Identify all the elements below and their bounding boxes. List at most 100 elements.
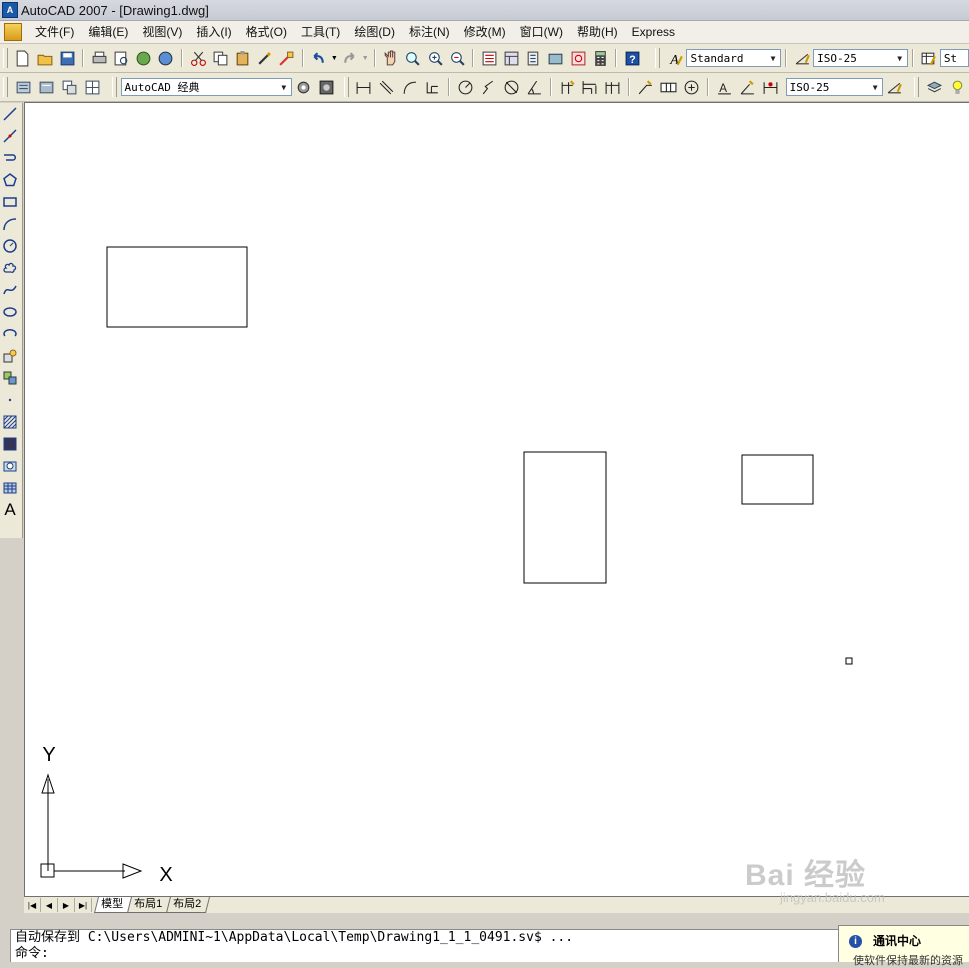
save-icon[interactable] (57, 47, 78, 69)
open-file-icon[interactable] (35, 47, 56, 69)
toolbar-grip[interactable] (111, 77, 117, 97)
tool-palettes-icon[interactable] (523, 47, 544, 69)
jogged-dimension-icon[interactable] (477, 76, 499, 98)
save-workspace-icon[interactable] (315, 76, 337, 98)
zoom-realtime-icon[interactable] (402, 47, 423, 69)
undo-dropdown-icon[interactable]: ▼ (331, 47, 339, 69)
menu-edit[interactable]: 编辑(E) (81, 21, 135, 43)
sheet-set-icon[interactable] (545, 47, 566, 69)
dimension-style-select[interactable]: ISO-25 ▼ (813, 49, 908, 67)
pan-icon[interactable] (380, 47, 401, 69)
rectangle-1[interactable] (106, 246, 248, 328)
rectangle-3[interactable] (741, 454, 814, 505)
aligned-dimension-icon[interactable] (376, 76, 398, 98)
dimension-style-icon[interactable] (791, 47, 812, 69)
dimension-edit-icon[interactable]: A (713, 76, 735, 98)
menu-file[interactable]: 文件(F) (28, 21, 81, 43)
multiline-text-icon[interactable]: A (0, 499, 20, 521)
menu-tools[interactable]: 工具(T) (294, 21, 347, 43)
new-file-icon[interactable] (12, 47, 33, 69)
region-icon[interactable] (0, 455, 20, 477)
menu-draw[interactable]: 绘图(D) (347, 21, 402, 43)
communication-center-balloon[interactable]: i 通讯中心 使软件保持最新的资源 (838, 925, 969, 967)
drawing-canvas[interactable]: Y X (24, 102, 969, 898)
design-center-icon[interactable] (501, 47, 522, 69)
menu-help[interactable]: 帮助(H) (570, 21, 625, 43)
construction-line-icon[interactable] (0, 125, 20, 147)
toolbar-grip[interactable] (343, 77, 349, 97)
rectangle-icon[interactable] (0, 191, 20, 213)
point-icon[interactable] (0, 389, 20, 411)
3d-dwf-icon[interactable] (155, 47, 176, 69)
toolbar-grip[interactable] (3, 48, 8, 68)
toolbar-grip[interactable] (914, 77, 920, 97)
spline-icon[interactable] (0, 279, 20, 301)
polygon-icon[interactable] (0, 169, 20, 191)
ellipse-arc-icon[interactable] (0, 323, 20, 345)
arc-length-icon[interactable] (399, 76, 421, 98)
chevron-down-icon[interactable]: ▼ (893, 50, 907, 66)
chevron-down-icon[interactable]: ▼ (277, 79, 291, 95)
insert-block-icon[interactable] (0, 345, 20, 367)
redo-dropdown-icon[interactable]: ▼ (361, 47, 369, 69)
layer-previous-icon[interactable] (12, 76, 34, 98)
properties-icon[interactable] (479, 47, 500, 69)
menu-express[interactable]: Express (625, 21, 682, 43)
continue-dimension-icon[interactable] (602, 76, 624, 98)
tab-layout2[interactable]: 布局2 (166, 897, 211, 913)
table-style-select[interactable]: St (939, 49, 969, 67)
rectangle-2[interactable] (523, 451, 607, 584)
layer-on-bulb-icon[interactable] (946, 76, 968, 98)
diameter-dimension-icon[interactable] (500, 76, 522, 98)
tab-last-icon[interactable]: ▶| (75, 898, 92, 912)
toolbar-grip[interactable] (3, 77, 8, 97)
zoom-window-icon[interactable] (424, 47, 445, 69)
ordinate-dimension-icon[interactable] (422, 76, 444, 98)
revision-cloud-icon[interactable] (0, 257, 20, 279)
calculator-icon[interactable] (590, 47, 611, 69)
chevron-down-icon[interactable]: ▼ (868, 79, 882, 95)
dimension-style-control[interactable]: ISO-25 ▼ (785, 78, 884, 96)
tab-prev-icon[interactable]: ◀ (41, 898, 58, 912)
block-editor-icon[interactable] (276, 47, 297, 69)
redo-icon[interactable] (339, 47, 360, 69)
workspace-settings-icon[interactable] (292, 76, 314, 98)
circle-icon[interactable] (0, 235, 20, 257)
quick-leader-icon[interactable] (635, 76, 657, 98)
polyline-icon[interactable] (0, 147, 20, 169)
menu-view[interactable]: 视图(V) (135, 21, 189, 43)
autocad-app-icon[interactable]: A (2, 2, 18, 18)
dimension-text-edit-icon[interactable] (736, 76, 758, 98)
drawing-area[interactable]: Y X (25, 103, 969, 898)
cut-icon[interactable] (188, 47, 209, 69)
markup-icon[interactable] (567, 47, 588, 69)
layout-icon[interactable] (58, 76, 80, 98)
copy-icon[interactable] (210, 47, 231, 69)
paste-icon[interactable] (232, 47, 253, 69)
gradient-icon[interactable] (0, 433, 20, 455)
undo-icon[interactable] (308, 47, 329, 69)
hatch-icon[interactable] (0, 411, 20, 433)
arc-icon[interactable] (0, 213, 20, 235)
chevron-down-icon[interactable]: ▼ (766, 50, 780, 66)
toolbar-grip[interactable] (655, 48, 661, 68)
menu-window[interactable]: 窗口(W) (513, 21, 570, 43)
menu-format[interactable]: 格式(O) (239, 21, 294, 43)
baseline-dimension-icon[interactable] (579, 76, 601, 98)
plot-preview-icon[interactable] (111, 47, 132, 69)
match-properties-icon[interactable] (254, 47, 275, 69)
window-arrange-icon[interactable] (81, 76, 103, 98)
command-prompt[interactable]: 命令: (11, 946, 841, 962)
layer-properties-icon[interactable] (924, 76, 946, 98)
menu-dimension[interactable]: 标注(N) (402, 21, 457, 43)
center-mark-icon[interactable] (681, 76, 703, 98)
menu-insert[interactable]: 插入(I) (189, 21, 238, 43)
zoom-previous-icon[interactable] (447, 47, 468, 69)
make-block-icon[interactable] (0, 367, 20, 389)
tolerance-icon[interactable] (658, 76, 680, 98)
help-icon[interactable]: ? (622, 47, 643, 69)
tab-next-icon[interactable]: ▶ (58, 898, 75, 912)
tab-layout1[interactable]: 布局1 (127, 897, 172, 913)
ellipse-icon[interactable] (0, 301, 20, 323)
angular-dimension-icon[interactable] (523, 76, 545, 98)
